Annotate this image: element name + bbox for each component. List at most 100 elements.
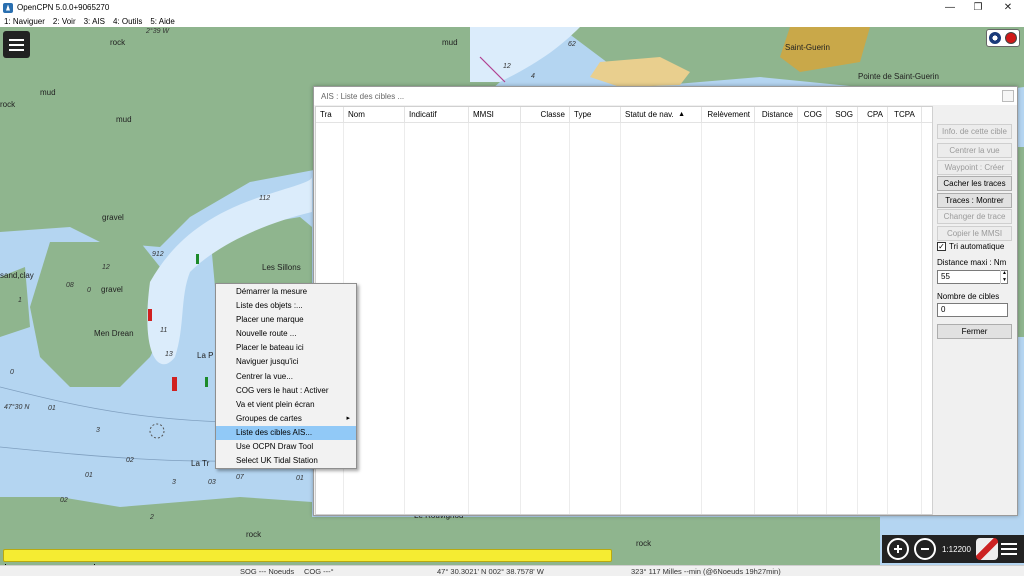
target-info-button[interactable]: Info. de cette cible [937,124,1012,139]
land-east-shore [1018,147,1024,337]
label-sand-clay: sand,clay [0,271,34,280]
auto-sort-label: Tri automatique [949,242,1005,251]
ais-target-table[interactable]: Tra Nom Indicatif MMSI Classe Type Statu… [315,106,933,515]
status-position: 47° 30.3021' N 002° 38.7578' W [437,567,544,576]
col-divider [798,123,827,514]
label-rock-1: rock [110,38,126,47]
ctx-ocpn-draw-tool[interactable]: Use OCPN Draw Tool [216,440,356,454]
ctx-drop-mark[interactable]: Placer une marque [216,313,356,327]
depth-sounding: 0 [10,369,14,376]
close-dialog-button[interactable]: Fermer [937,324,1012,339]
ctx-navigate-here[interactable]: Naviguer jusqu'ici [216,355,356,369]
col-header-indicatif[interactable]: Indicatif [405,107,469,123]
col-header-statut-nav[interactable]: Statut de nav. ▲ [621,107,702,123]
buoy-red-2 [172,377,177,391]
status-bar: SOG --- Noeuds COG ---° 47° 30.3021' N 0… [0,565,1024,576]
center-view-button[interactable]: Centrer la vue [937,143,1012,158]
max-distance-spinner[interactable]: ▲ ▼ [1000,270,1008,284]
buoy-red-1 [148,309,152,321]
chart-quilt-bar[interactable] [3,549,612,562]
max-distance-input[interactable]: 55 [937,270,1008,284]
opencpn-app-icon [3,2,13,13]
status-bearing: 323° 117 Milles --min (@6Noeuds 19h27min… [631,567,781,576]
col-divider [755,123,798,514]
depth-sounding: 112 [259,195,271,202]
zoom-toolbar: 1:12200 [882,535,1024,563]
scale-readout: 1:12200 [942,544,971,554]
minimize-button[interactable]: — [936,0,964,15]
menu-bar-line [9,38,24,41]
ctx-center-view[interactable]: Centrer la vue... [216,370,356,384]
depth-sounding: 3 [172,479,176,486]
ctx-cog-up[interactable]: COG vers le haut : Activer [216,384,356,398]
spin-up-icon[interactable]: ▲ [1001,270,1008,277]
menu-voir[interactable]: 2: Voir [53,17,76,26]
label-saint-guerin: Saint-Guerin [785,43,830,52]
col-header-classe[interactable]: Classe [521,107,570,123]
maximize-button[interactable]: ❐ [964,0,992,15]
depth-sounding: 12 [102,264,110,271]
col-divider [702,123,755,514]
sort-arrow-icon: ▲ [678,111,685,118]
ctx-chart-groups[interactable]: Groupes de cartes ▸ [216,412,356,426]
col-divider [405,123,469,514]
ctx-ais-target-list[interactable]: Liste des cibles AIS... [216,425,356,441]
label-longitude: 2°39 W [146,28,170,35]
hide-tracks-button[interactable]: Cacher les traces [937,176,1012,191]
col-divider [621,123,702,514]
col-header-distance[interactable]: Distance [755,107,798,123]
depth-sounding: 01 [85,472,93,479]
col-header-cpa[interactable]: CPA [858,107,888,123]
col-header-sog[interactable]: SOG [827,107,858,123]
depth-sounding: 03 [208,479,216,486]
ais-dialog-side-panel: Info. de cette cible Centrer la vue Wayp… [934,106,1017,515]
menu-bar-line [9,43,24,46]
col-header-statut-nav-label: Statut de nav. [625,110,674,119]
col-divider [888,123,922,514]
col-header-nom[interactable]: Nom [344,107,405,123]
depth-sounding: 0 [87,287,91,294]
close-window-button[interactable]: ✕ [994,0,1022,15]
ctx-uk-tidal-station[interactable]: Select UK Tidal Station [216,454,356,468]
zoom-in-icon[interactable] [887,538,909,560]
col-header-tcpa[interactable]: TCPA [888,107,922,123]
ctx-move-boat-here[interactable]: Placer le bateau ici [216,341,356,355]
zoom-out-icon[interactable] [914,538,936,560]
label-gravel-2: gravel [101,285,123,294]
ctx-toggle-fullscreen[interactable]: Va et vient plein écran [216,398,356,412]
col-header-tra[interactable]: Tra [316,107,344,123]
depth-sounding: 02 [126,457,134,464]
col-divider [521,123,570,514]
copy-mmsi-button[interactable]: Copier le MMSI [937,226,1012,241]
change-track-button[interactable]: Changer de trace [937,209,1012,224]
menu-ais[interactable]: 3: AIS [84,17,105,26]
col-header-mmsi[interactable]: MMSI [469,107,521,123]
depth-sounding: 13 [165,351,173,358]
submenu-arrow-icon: ▸ [346,414,350,422]
north-up-icon[interactable] [975,538,998,560]
menu-bar: 1: Naviguer 2: Voir 3: AIS 4: Outils 5: … [0,15,1024,27]
ctx-start-measure[interactable]: Démarrer la mesure [216,285,356,299]
toolbar-menu-icon[interactable] [1000,543,1017,555]
ais-dialog-close-button[interactable] [1002,90,1014,102]
deep-channel-north [470,27,580,82]
col-header-cog[interactable]: COG [798,107,827,123]
create-waypoint-button[interactable]: Waypoint : Créer [937,160,1012,175]
col-divider [827,123,858,514]
ais-target-list-dialog: AIS : Liste des cibles ... Tra Nom Indic… [313,86,1018,516]
ctx-chart-groups-label: Groupes de cartes [236,413,302,423]
col-header-type[interactable]: Type [570,107,621,123]
col-header-relevement[interactable]: Relèvement [702,107,755,123]
compass-status-widget[interactable] [986,29,1020,47]
ctx-object-list[interactable]: Liste des objets :... [216,299,356,313]
menu-aide[interactable]: 5: Aide [150,17,174,26]
col-divider [469,123,521,514]
ctx-new-route[interactable]: Nouvelle route ... [216,327,356,341]
status-cog: COG ---° [304,567,334,576]
show-tracks-button[interactable]: Traces : Montrer [937,193,1012,208]
auto-sort-checkbox[interactable]: ✓ [937,242,946,251]
spin-down-icon[interactable]: ▼ [1001,277,1008,284]
menu-outils[interactable]: 4: Outils [113,17,142,26]
menu-naviguer[interactable]: 1: Naviguer [4,17,45,26]
main-menu-button[interactable] [3,31,30,58]
